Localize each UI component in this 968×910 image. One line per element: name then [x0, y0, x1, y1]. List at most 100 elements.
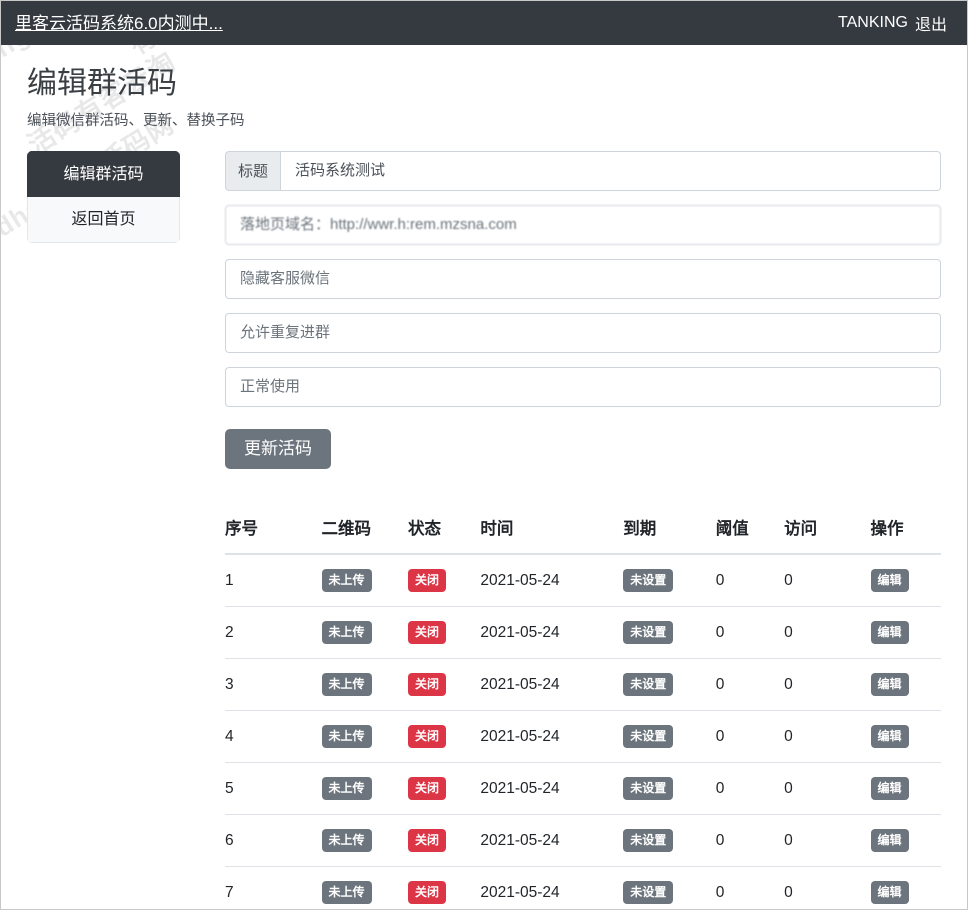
- allow-repeat-field-row: [225, 312, 941, 353]
- state-badge: 未设置: [623, 673, 674, 697]
- qrcode-table-wrapper: 序号 二维码 状态 时间 到期 阈值 访问 操作 1 未上传 关闭 2021-05-2…: [225, 507, 941, 909]
- cell-threshold: 0: [715, 606, 785, 660]
- cell-action: 编辑: [870, 710, 941, 764]
- state-badge: 未设置: [623, 621, 674, 645]
- cell-qrcode: 未上传: [321, 762, 408, 816]
- cell-action: 编辑: [870, 606, 941, 660]
- landing-domain-input[interactable]: [225, 204, 941, 245]
- cell-qrcode: 未上传: [321, 866, 408, 909]
- status-badge: 关闭: [408, 569, 447, 593]
- cell-state: 关闭: [408, 606, 481, 660]
- table-row: 7 未上传 关闭 2021-05-24 未设置 0 0 编辑: [225, 866, 941, 909]
- cell-visits: 0: [784, 658, 871, 712]
- sidebar-item-back-home[interactable]: 返回首页: [27, 197, 180, 244]
- update-code-button[interactable]: 更新活码: [225, 428, 331, 470]
- state-badge: 未设置: [623, 829, 674, 853]
- edit-badge-button[interactable]: 编辑: [870, 621, 909, 645]
- cell-time: 2021-05-24: [480, 762, 624, 816]
- cell-threshold: 0: [715, 554, 785, 608]
- title-input[interactable]: [280, 150, 941, 191]
- cell-time: 2021-05-24: [480, 658, 624, 712]
- cell-expire: 未设置: [623, 762, 716, 816]
- cell-threshold: 0: [715, 710, 785, 764]
- cell-qrcode: 未上传: [321, 554, 408, 608]
- cell-threshold: 0: [715, 814, 785, 868]
- edit-badge-button[interactable]: 编辑: [870, 725, 909, 749]
- state-badge: 未上传: [321, 569, 372, 593]
- cell-visits: 0: [784, 866, 871, 909]
- state-badge: 未设置: [623, 777, 674, 801]
- cell-threshold: 0: [715, 658, 785, 712]
- cell-time: 2021-05-24: [480, 814, 624, 868]
- cell-visits: 0: [784, 814, 871, 868]
- cell-threshold: 0: [715, 866, 785, 909]
- navbar-brand[interactable]: 里客云活码系统6.0内测中...: [15, 15, 223, 32]
- edit-badge-button[interactable]: 编辑: [870, 777, 909, 801]
- table-row: 3 未上传 关闭 2021-05-24 未设置 0 0 编辑: [225, 658, 941, 712]
- cell-state: 关闭: [408, 814, 481, 868]
- cell-state: 关闭: [408, 658, 481, 712]
- state-badge: 未上传: [321, 725, 372, 749]
- top-navbar: 里客云活码系统6.0内测中... TANKING 退出: [1, 1, 967, 45]
- cell-expire: 未设置: [623, 554, 716, 608]
- sidebar-item-edit-group-code[interactable]: 编辑群活码: [27, 150, 180, 198]
- edit-badge-button[interactable]: 编辑: [870, 569, 909, 593]
- table-row: 4 未上传 关闭 2021-05-24 未设置 0 0 编辑: [225, 710, 941, 764]
- cell-index: 7: [225, 866, 322, 909]
- table-body: 1 未上传 关闭 2021-05-24 未设置 0 0 编辑 2 未上传 关闭 2021-05-24 未…: [225, 554, 941, 909]
- page-root: dhg.yp.com 活码有客云淘 dhg.com 活码网 有客云淘网 里客云活…: [0, 0, 968, 910]
- table-row: 1 未上传 关闭 2021-05-24 未设置 0 0 编辑: [225, 554, 941, 608]
- page-title: 编辑群活码: [27, 67, 177, 100]
- state-badge: 未上传: [321, 829, 372, 853]
- cell-index: 3: [225, 658, 322, 712]
- status-badge: 关闭: [408, 777, 447, 801]
- title-input-label: 标题: [225, 150, 281, 191]
- cell-state: 关闭: [408, 866, 481, 909]
- edit-badge-button[interactable]: 编辑: [870, 881, 909, 905]
- cell-action: 编辑: [870, 658, 941, 712]
- cell-qrcode: 未上传: [321, 658, 408, 712]
- cell-time: 2021-05-24: [480, 554, 624, 608]
- edit-badge-button[interactable]: 编辑: [870, 829, 909, 853]
- hide-wechat-field-row: [225, 258, 941, 299]
- header-expire: 到期: [623, 507, 716, 556]
- cell-qrcode: 未上传: [321, 606, 408, 660]
- usage-status-input[interactable]: [225, 366, 941, 407]
- table-row: 5 未上传 关闭 2021-05-24 未设置 0 0 编辑: [225, 762, 941, 816]
- cell-index: 6: [225, 814, 322, 868]
- header-time: 时间: [480, 507, 624, 556]
- state-badge: 未设置: [623, 881, 674, 905]
- header-action: 操作: [870, 507, 941, 556]
- cell-state: 关闭: [408, 710, 481, 764]
- hide-service-wechat-input[interactable]: [225, 258, 941, 299]
- header-state: 状态: [408, 507, 481, 556]
- cell-time: 2021-05-24: [480, 866, 624, 909]
- status-field-row: [225, 366, 941, 407]
- domain-field-row: [225, 204, 941, 245]
- sidebar-nav: 编辑群活码 返回首页: [27, 150, 180, 244]
- state-badge: 未上传: [321, 777, 372, 801]
- cell-expire: 未设置: [623, 606, 716, 660]
- cell-expire: 未设置: [623, 814, 716, 868]
- cell-visits: 0: [784, 606, 871, 660]
- cell-visits: 0: [784, 762, 871, 816]
- cell-state: 关闭: [408, 762, 481, 816]
- title-input-group: 标题: [225, 150, 941, 191]
- cell-index: 2: [225, 606, 322, 660]
- state-badge: 未设置: [623, 725, 674, 749]
- table-header-row: 序号 二维码 状态 时间 到期 阈值 访问 操作: [225, 507, 941, 556]
- allow-repeat-join-input[interactable]: [225, 312, 941, 353]
- state-badge: 未上传: [321, 673, 372, 697]
- cell-time: 2021-05-24: [480, 710, 624, 764]
- page-subtitle: 编辑微信群活码、更新、替换子码: [27, 112, 245, 129]
- header-index: 序号: [225, 507, 322, 556]
- status-badge: 关闭: [408, 829, 447, 853]
- cell-expire: 未设置: [623, 658, 716, 712]
- edit-badge-button[interactable]: 编辑: [870, 673, 909, 697]
- logout-link[interactable]: 退出: [915, 11, 947, 35]
- status-badge: 关闭: [408, 725, 447, 749]
- cell-state: 关闭: [408, 554, 481, 608]
- cell-index: 5: [225, 762, 322, 816]
- cell-expire: 未设置: [623, 710, 716, 764]
- cell-qrcode: 未上传: [321, 710, 408, 764]
